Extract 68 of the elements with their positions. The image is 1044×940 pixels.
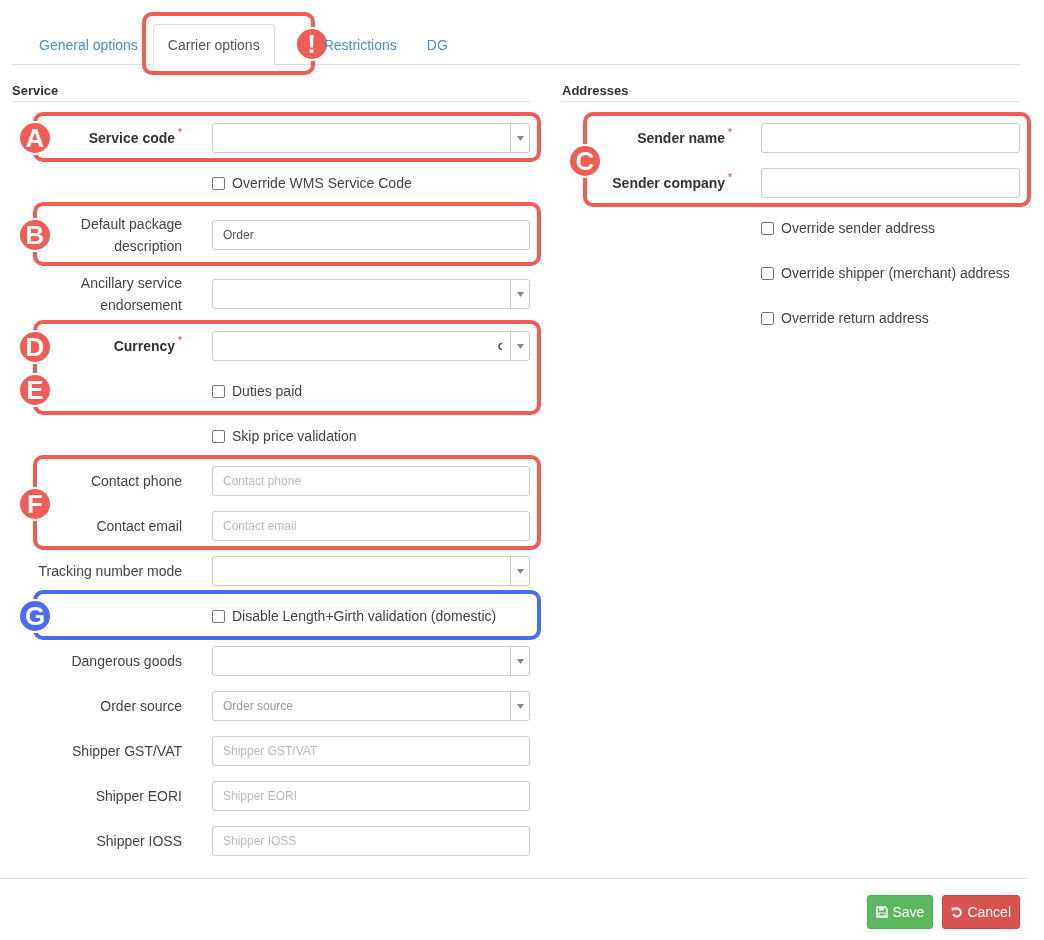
save-icon [876,906,889,918]
cancel-button[interactable]: Cancel [942,895,1020,929]
field-label: Shipper EORI [95,787,182,806]
checkbox-label: Disable Length+Girth validation (domestic) [232,607,497,626]
field-label: Order source [100,697,182,716]
field-label: Dangerous goods [71,652,182,671]
tab[interactable]: General options [24,24,153,65]
caret-icon [516,658,524,664]
select-field[interactable] [212,646,530,676]
select-field[interactable] [212,331,530,361]
checkbox[interactable] [212,609,225,623]
field-label: Sender name [637,129,726,148]
field-label: Currency [113,337,176,356]
checkbox[interactable] [761,266,774,280]
callout-badge: A [18,121,52,155]
required-mark: * [728,127,732,138]
undo-icon [951,906,964,918]
callout-badge: C [568,143,602,178]
text-field[interactable]: Contact email [212,511,530,541]
checkbox-label: Duties paid [232,382,303,401]
field-label: Default package description [79,215,182,256]
text-field[interactable] [761,123,1020,153]
checkbox-label: Override shipper (merchant) address [781,264,1010,283]
text-field[interactable]: Contact phone [212,466,530,496]
checkbox[interactable] [212,429,225,443]
select-field[interactable]: Order source [212,691,530,721]
text-field[interactable]: Order [212,220,530,250]
callout-badge: E [18,373,52,408]
tab[interactable]: Carrier options [152,24,275,65]
caret-icon [516,135,524,141]
field-label: Sender company [612,174,726,193]
field-label: Contact email [96,517,182,536]
select-field[interactable] [212,556,530,586]
required-mark: * [728,172,732,183]
field-label: Contact phone [90,472,182,491]
checkbox[interactable] [212,176,225,190]
field-label: Shipper IOSS [96,832,182,851]
checkbox-label: Override return address [781,309,929,328]
text-field[interactable]: Shipper IOSS [212,826,530,856]
callout-badge: F [18,486,52,521]
text-field[interactable]: Shipper GST/VAT [212,736,530,766]
field-label: Shipper GST/VAT [72,742,182,761]
checkbox-label: Override sender address [781,219,936,238]
save-button[interactable]: Save [867,895,934,929]
checkbox[interactable] [212,384,225,398]
checkbox[interactable] [761,221,774,235]
tab[interactable]: DG [411,24,463,65]
required-mark: * [178,127,182,138]
required-mark: * [178,335,182,346]
section-heading: Service [12,83,530,102]
text-field[interactable] [761,168,1020,198]
checkbox-label: Skip price validation [232,427,357,446]
callout-badge: D [18,329,52,364]
caret-icon [516,703,524,709]
caret-icon [516,568,524,574]
checkbox[interactable] [761,311,774,325]
select-field[interactable] [212,279,530,309]
field-label: Tracking number mode [38,562,182,581]
callout-badge: B [18,218,52,252]
caret-icon [516,343,524,349]
callout-badge: G [18,599,52,633]
select-field[interactable] [212,123,530,153]
field-label: Ancillary service endorsement [79,274,182,315]
section-heading: Addresses [562,83,1020,102]
text-field[interactable]: Shipper EORI [212,781,530,811]
field-label: Service code [88,129,176,148]
caret-icon [516,291,524,297]
checkbox-label: Override WMS Service Code [232,174,412,193]
